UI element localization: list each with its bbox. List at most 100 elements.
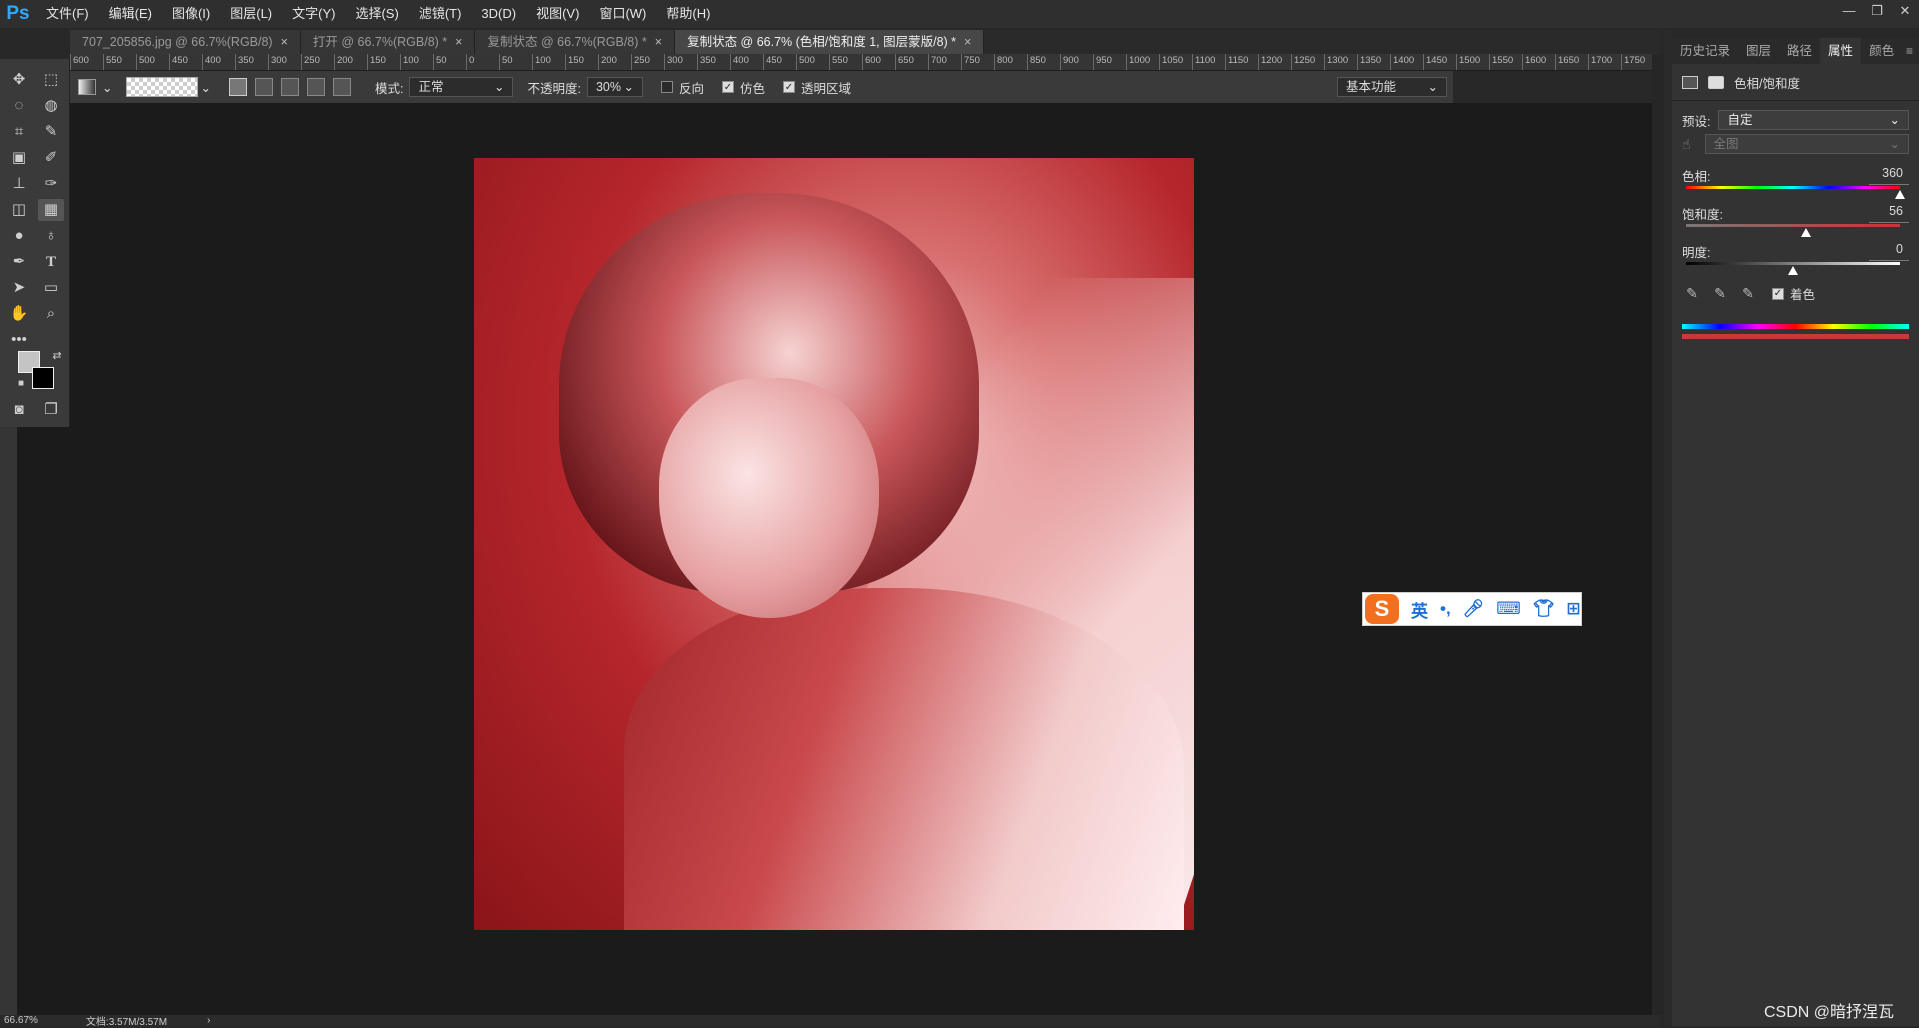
quick-select-tool-icon[interactable]: ◍ [38,95,64,117]
diamond-gradient-button[interactable] [332,78,351,96]
ruler-horizontal[interactable]: 600 550 500 450 400 350 300 250 200 150 100 50 0 50 10… [70,54,1660,71]
radial-gradient-button[interactable] [254,78,273,96]
eyedropper-icon[interactable]: ✎ [1682,285,1702,303]
eyedropper-plus-icon[interactable]: ✎ [1710,285,1730,303]
tab-layers[interactable]: 图层 [1738,38,1779,64]
eyedropper-minus-icon[interactable]: ✎ [1738,285,1758,303]
pen-tool-icon[interactable]: ✒ [6,251,32,273]
mode-select[interactable]: 正常 ⌄ [409,77,514,97]
target-adjust-hand-icon[interactable]: ☝ [1682,136,1691,153]
close-icon[interactable]: × [655,35,662,49]
gradient-picker[interactable] [126,77,199,97]
gradient-tool-icon[interactable] [78,79,96,95]
doc-tab-1[interactable]: 707_205856.jpg @ 66.7%(RGB/8) × [70,30,301,54]
sogou-logo[interactable]: S [1365,594,1399,624]
default-colors-icon[interactable]: ■ [8,373,34,395]
close-icon[interactable]: × [964,35,971,49]
tab-color[interactable]: 颜色 [1861,38,1902,64]
tab-history[interactable]: 历史记录 [1672,38,1738,64]
path-select-tool-icon[interactable]: ➤ [6,277,32,299]
saturation-value-input[interactable]: 56 [1869,204,1909,223]
workspace-select[interactable]: 基本功能 ⌄ [1337,77,1447,97]
lightness-value-input[interactable]: 0 [1869,242,1909,261]
hue-slider[interactable] [1686,186,1905,199]
keyboard-icon[interactable]: ⌨ [1496,599,1521,619]
menu-select[interactable]: 选择(S) [345,0,408,28]
menu-image[interactable]: 图像(I) [162,0,220,28]
menu-help[interactable]: 帮助(H) [656,0,720,28]
vertical-scrollbar[interactable] [1652,54,1664,1015]
lightness-slider[interactable] [1686,262,1900,275]
menu-window[interactable]: 窗口(W) [589,0,656,28]
menu-edit[interactable]: 编辑(E) [99,0,162,28]
quick-mask-icon[interactable]: ◙ [6,399,32,421]
brush-tool-icon[interactable]: ✐ [38,147,64,169]
dodge-tool-icon[interactable]: ♁ [38,225,64,247]
stamp-tool-icon[interactable]: ⊥ [6,173,32,195]
crop-tool-icon[interactable]: ⌗ [6,121,32,143]
saturation-slider[interactable] [1686,224,1900,237]
menu-filter[interactable]: 滤镜(T) [409,0,472,28]
panel-menu-icon[interactable]: ≡ [1906,44,1913,58]
hue-slider-thumb[interactable] [1895,190,1905,199]
more-tools-icon[interactable]: ••• [6,329,32,351]
menu-3d[interactable]: 3D(D) [471,0,526,28]
eyedropper-tool-icon[interactable]: ✎ [38,121,64,143]
microphone-icon[interactable]: 🎤︎ [1463,599,1485,619]
transparency-checkbox[interactable]: ✓ [782,81,795,93]
layer-mask-icon[interactable] [1708,75,1724,89]
close-icon[interactable]: × [281,35,288,49]
ime-punctuation[interactable]: •, [1440,599,1451,619]
menu-file[interactable]: 文件(F) [36,0,99,28]
lightness-slider-thumb[interactable] [1788,266,1798,275]
menu-layer[interactable]: 图层(L) [220,0,282,28]
saturation-slider-thumb[interactable] [1800,228,1811,237]
swap-colors-icon[interactable]: ⇄ [44,345,70,367]
zoom-tool-icon[interactable]: ⌕ [38,303,64,325]
reflected-gradient-button[interactable] [306,78,325,96]
blur-tool-icon[interactable]: ● [6,225,32,247]
adjustment-layer-icon[interactable] [1682,75,1698,89]
ruler-vertical[interactable] [0,425,18,1015]
close-icon[interactable]: × [455,35,462,49]
background-color-swatch[interactable] [32,367,54,389]
type-tool-icon[interactable]: T [38,251,64,273]
close-button[interactable]: ✕ [1891,0,1919,22]
colorize-checkbox[interactable]: ✓ [1772,287,1784,300]
rectangle-tool-icon[interactable]: ▭ [38,277,64,299]
status-menu-arrow[interactable]: › [207,1015,210,1026]
eraser-tool-icon[interactable]: ◫ [6,199,32,221]
screen-mode-icon[interactable]: ❐ [38,399,64,421]
doc-tab-2[interactable]: 打开 @ 66.7%(RGB/8) * × [300,30,476,54]
doc-tab-3[interactable]: 复制状态 @ 66.7%(RGB/8) * × [475,30,676,54]
chevron-down-icon[interactable]: ⌄ [102,80,112,95]
history-brush-tool-icon[interactable]: ✑ [38,173,64,195]
hand-tool-icon[interactable]: ✋ [6,303,32,325]
linear-gradient-button[interactable] [228,78,247,96]
menu-type[interactable]: 文字(Y) [282,0,345,28]
preset-select[interactable]: 自定 ⌄ [1718,110,1909,130]
opacity-input[interactable]: 30% ⌄ [586,77,643,97]
ime-lang-toggle[interactable]: 英 [1411,597,1428,622]
move-tool-icon[interactable]: ✥ [6,69,32,91]
skin-icon[interactable]: 👕︎ [1533,599,1555,619]
chevron-down-icon[interactable]: ⌄ [200,80,210,95]
lasso-tool-icon[interactable]: ◌ [6,95,32,117]
gradient-tool-icon[interactable]: ▦ [38,199,64,221]
minimize-button[interactable]: — [1835,0,1863,22]
tab-properties[interactable]: 属性 [1820,38,1862,64]
dither-checkbox[interactable]: ✓ [721,81,734,93]
toolbox-icon[interactable]: ⊞ [1566,599,1580,619]
reverse-checkbox[interactable] [660,81,673,93]
zoom-level[interactable]: 66.67% [4,1015,38,1026]
hue-value-input[interactable]: 360 [1869,166,1909,185]
frame-tool-icon[interactable]: ▣ [6,147,32,169]
restore-button[interactable]: ❐ [1863,0,1891,22]
document-image[interactable] [474,158,1194,930]
marquee-tool-icon[interactable]: ⬚ [38,69,64,91]
menu-view[interactable]: 视图(V) [526,0,589,28]
doc-tab-active[interactable]: 复制状态 @ 66.7% (色相/饱和度 1, 图层蒙版/8) * × [675,30,985,54]
tab-paths[interactable]: 路径 [1779,38,1820,64]
channel-select[interactable]: 全图 ⌄ [1704,134,1909,154]
angle-gradient-button[interactable] [280,78,299,96]
